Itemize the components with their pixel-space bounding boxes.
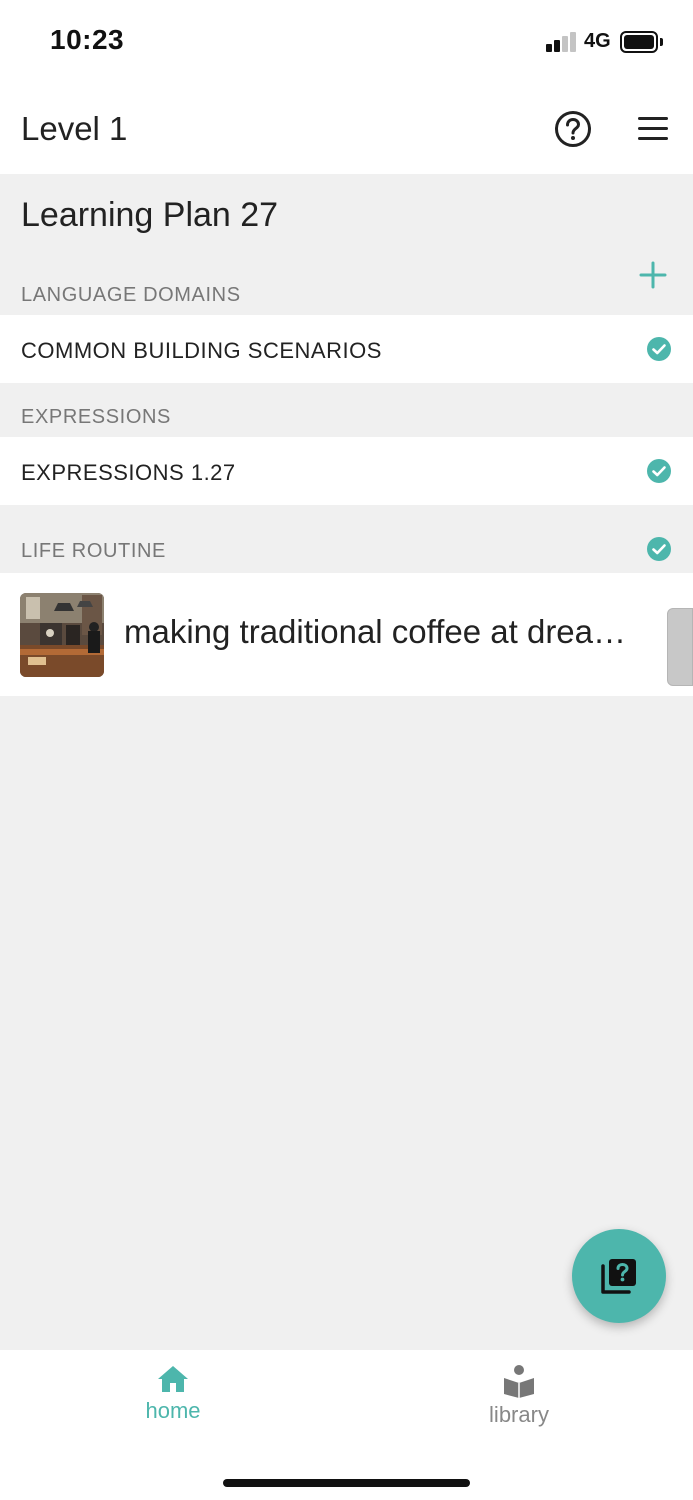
- home-icon: [158, 1366, 188, 1392]
- section-label-language-domains: LANGUAGE DOMAINS: [21, 284, 241, 306]
- nav-label-home: home: [145, 1398, 201, 1423]
- list-item-common-building-scenarios[interactable]: COMMON BUILDING SCENARIOS: [0, 315, 693, 383]
- list-item-label: EXPRESSIONS 1.27: [21, 460, 236, 485]
- app-header: Level 1: [0, 84, 693, 174]
- status-bar: 10:23 4G: [0, 0, 693, 84]
- nav-label-library: library: [489, 1402, 549, 1427]
- section-label-life-routine: LIFE ROUTINE: [21, 540, 166, 562]
- check-circle-icon: [647, 459, 671, 483]
- battery-icon: [620, 31, 658, 53]
- nav-item-library[interactable]: library: [459, 1364, 579, 1444]
- question-circle-icon: [555, 111, 591, 147]
- book-reader-icon: [504, 1365, 534, 1398]
- list-item-expressions[interactable]: EXPRESSIONS 1.27: [0, 437, 693, 505]
- story-item[interactable]: making traditional coffee at drea…: [0, 573, 693, 696]
- battery-tip: [660, 38, 663, 46]
- quiz-icon: [601, 1259, 636, 1294]
- nav-item-home[interactable]: home: [113, 1364, 233, 1444]
- home-indicator: [223, 1479, 470, 1487]
- bottom-nav: home library: [0, 1350, 693, 1500]
- check-circle-icon: [647, 537, 671, 561]
- network-type: 4G: [584, 30, 611, 52]
- story-title: making traditional coffee at drea…: [124, 613, 627, 650]
- list-item-label: COMMON BUILDING SCENARIOS: [21, 338, 382, 363]
- add-button[interactable]: [636, 258, 670, 292]
- learning-plan-title: Learning Plan 27: [21, 196, 279, 234]
- signal-strength-icon: [546, 32, 578, 52]
- section-label-expressions: EXPRESSIONS: [21, 406, 171, 428]
- scroll-handle[interactable]: [667, 608, 693, 686]
- quiz-fab-button[interactable]: [572, 1229, 666, 1323]
- coffee-shop-thumbnail: [20, 593, 104, 677]
- page-title: Level 1: [21, 110, 128, 147]
- plus-icon: [639, 261, 667, 289]
- status-time: 10:23: [50, 24, 125, 55]
- help-button[interactable]: [554, 110, 592, 148]
- check-circle-icon: [647, 337, 671, 361]
- menu-button[interactable]: [636, 114, 670, 144]
